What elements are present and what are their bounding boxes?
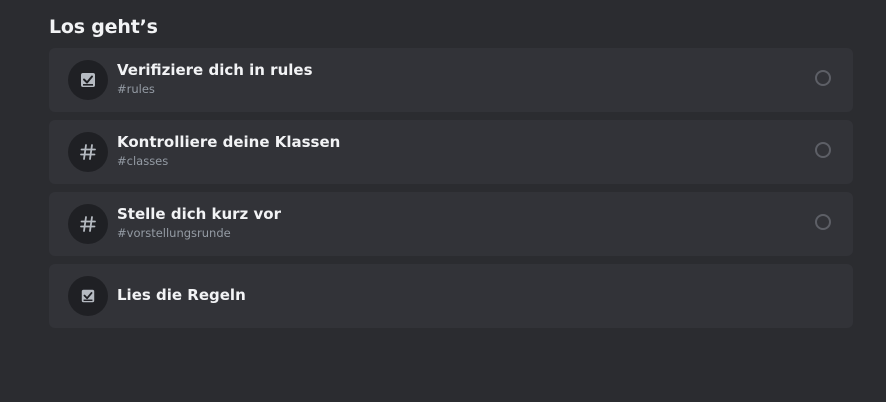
task-channel: #vorstellungsrunde [117, 226, 231, 240]
task-text: Stelle dich kurz vor #vorstellungsrunde [117, 205, 281, 240]
rules-checkbox-icon [68, 276, 108, 316]
onboarding-page: Los geht’s Verifiziere dich in rules #ru… [0, 0, 886, 402]
task-channel: #classes [117, 154, 169, 168]
hashtag-icon [68, 132, 108, 172]
hashtag-icon [68, 204, 108, 244]
task-text: Lies die Regeln [117, 286, 246, 304]
task-title: Verifiziere dich in rules [117, 61, 313, 79]
onboarding-task-list: Verifiziere dich in rules #rules Kontrol… [49, 48, 853, 336]
task-checkbox[interactable] [815, 214, 831, 230]
task-text: Verifiziere dich in rules #rules [117, 61, 313, 96]
task-title: Stelle dich kurz vor [117, 205, 281, 223]
task-checkbox[interactable] [815, 70, 831, 86]
task-title: Kontrolliere deine Klassen [117, 133, 341, 151]
task-channel: #rules [117, 82, 155, 96]
task-text: Kontrolliere deine Klassen #classes [117, 133, 340, 168]
task-item-verify-rules[interactable]: Verifiziere dich in rules #rules [49, 48, 853, 112]
task-item-read-rules[interactable]: Lies die Regeln [49, 264, 853, 328]
task-item-check-classes[interactable]: Kontrolliere deine Klassen #classes [49, 120, 853, 184]
task-title: Lies die Regeln [117, 286, 246, 304]
task-checkbox[interactable] [815, 142, 831, 158]
section-title: Los geht’s [49, 16, 158, 38]
task-item-introduce[interactable]: Stelle dich kurz vor #vorstellungsrunde [49, 192, 853, 256]
rules-checkbox-icon [68, 60, 108, 100]
